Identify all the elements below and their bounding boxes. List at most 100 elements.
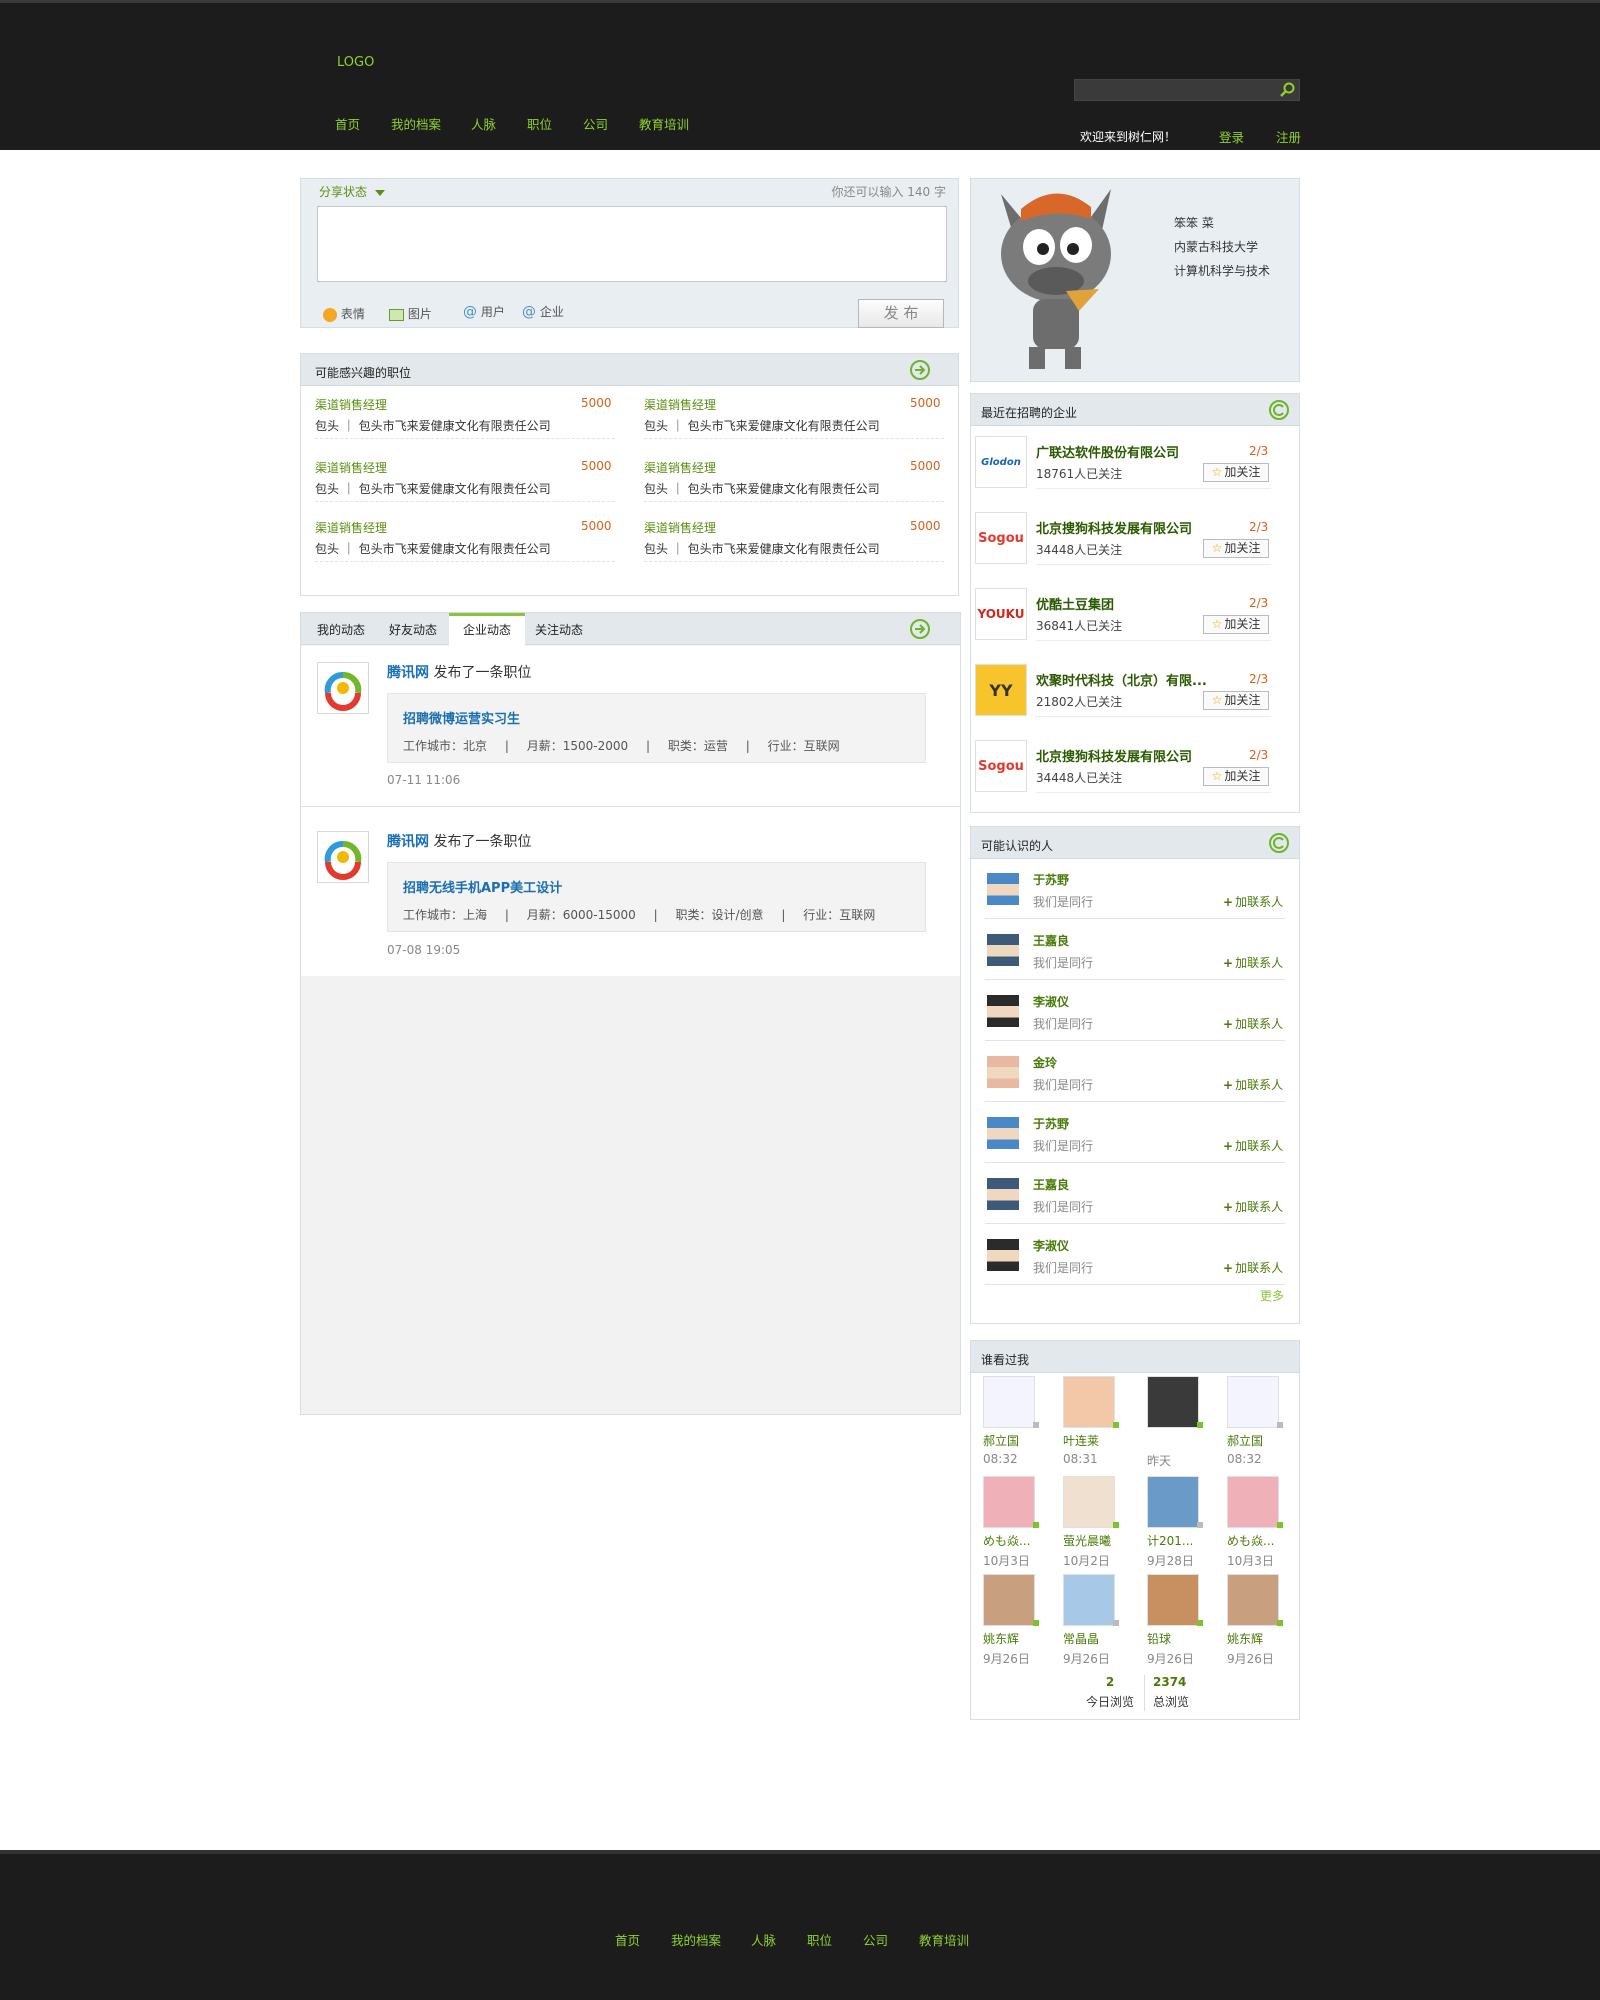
tab-company-activity[interactable]: 企业动态	[449, 613, 526, 646]
person-name-link[interactable]: 王嘉良	[1033, 1176, 1069, 1193]
search-icon[interactable]	[1277, 81, 1297, 99]
company-logo[interactable]: YY	[975, 664, 1027, 716]
footer-nav-companies[interactable]: 公司	[863, 1930, 888, 1949]
add-contact-button[interactable]: + 加联系人	[1223, 1076, 1283, 1093]
person-name-link[interactable]: 于苏野	[1033, 1115, 1069, 1132]
job-company[interactable]: 包头 ｜ 包头市飞来爱健康文化有限责任公司	[644, 480, 880, 497]
company-logo[interactable]: Sogou	[975, 740, 1027, 792]
follow-button[interactable]: ☆ 加关注	[1203, 615, 1269, 634]
visitor-avatar[interactable]	[1063, 1574, 1115, 1626]
company-name-link[interactable]: 广联达软件股份有限公司	[1036, 442, 1226, 461]
visitor-name-link[interactable]: めも焱...	[1227, 1532, 1274, 1549]
company-link[interactable]: 腾讯网	[387, 834, 429, 850]
emoji-tool[interactable]: 表情	[323, 305, 365, 322]
job-title-link[interactable]: 渠道销售经理	[644, 519, 716, 536]
visitor-name-link[interactable]: 萤光晨曦	[1063, 1532, 1111, 1549]
add-contact-button[interactable]: + 加联系人	[1223, 1015, 1283, 1032]
footer-nav-home[interactable]: 首页	[615, 1930, 640, 1949]
nav-network[interactable]: 人脉	[471, 114, 496, 133]
person-name-link[interactable]: 王嘉良	[1033, 932, 1069, 949]
site-logo[interactable]: LOGO	[337, 55, 374, 70]
job-company[interactable]: 包头 ｜ 包头市飞来爱健康文化有限责任公司	[315, 480, 551, 497]
footer-nav-jobs[interactable]: 职位	[807, 1930, 832, 1949]
avatar[interactable]	[987, 934, 1019, 966]
visitor-avatar[interactable]	[1147, 1376, 1199, 1428]
avatar[interactable]	[987, 1117, 1019, 1149]
visitor-avatar[interactable]	[983, 1376, 1035, 1428]
visitor-name-link[interactable]: 铅球	[1147, 1630, 1171, 1647]
tab-my-activity[interactable]: 我的动态	[303, 613, 379, 645]
tab-following-activity[interactable]: 关注动态	[521, 613, 597, 645]
visitor-name-link[interactable]: めも焱...	[983, 1532, 1030, 1549]
company-name-link[interactable]: 优酷土豆集团	[1036, 594, 1226, 613]
visitor-avatar[interactable]	[1147, 1574, 1199, 1626]
visitor-name-link[interactable]: 郝立国	[1227, 1432, 1263, 1449]
add-contact-button[interactable]: + 加联系人	[1223, 893, 1283, 910]
tab-friend-activity[interactable]: 好友动态	[375, 613, 451, 645]
job-company[interactable]: 包头 ｜ 包头市飞来爱健康文化有限责任公司	[315, 540, 551, 557]
add-contact-button[interactable]: + 加联系人	[1223, 954, 1283, 971]
person-name-link[interactable]: 李淑仪	[1033, 1237, 1069, 1254]
visitor-name-link[interactable]: 姚东辉	[983, 1630, 1019, 1647]
company-logo[interactable]: Glodon	[975, 436, 1027, 488]
visitor-avatar[interactable]	[1227, 1376, 1279, 1428]
job-link[interactable]: 招聘微博运营实习生	[403, 708, 520, 727]
job-company[interactable]: 包头 ｜ 包头市飞来爱健康文化有限责任公司	[644, 417, 880, 434]
company-name-link[interactable]: 北京搜狗科技发展有限公司	[1036, 518, 1226, 537]
visitor-name-link[interactable]: 姚东辉	[1227, 1630, 1263, 1647]
add-contact-button[interactable]: + 加联系人	[1223, 1198, 1283, 1215]
job-link[interactable]: 招聘无线手机APP美工设计	[403, 877, 562, 896]
company-link[interactable]: 腾讯网	[387, 665, 429, 681]
mention-user-tool[interactable]: @ 用户	[463, 303, 505, 320]
avatar[interactable]	[987, 1056, 1019, 1088]
arrow-right-icon[interactable]	[909, 618, 931, 640]
person-name-link[interactable]: 李淑仪	[1033, 993, 1069, 1010]
follow-button[interactable]: ☆ 加关注	[1203, 463, 1269, 482]
follow-button[interactable]: ☆ 加关注	[1203, 691, 1269, 710]
visitor-name-link[interactable]: 郝立国	[983, 1432, 1019, 1449]
visitor-name-link[interactable]: 常晶晶	[1063, 1630, 1099, 1647]
company-name-link[interactable]: 欢聚时代科技（北京）有限...	[1036, 670, 1226, 689]
add-contact-button[interactable]: + 加联系人	[1223, 1259, 1283, 1276]
visitor-avatar[interactable]	[983, 1476, 1035, 1528]
company-logo[interactable]: Sogou	[975, 512, 1027, 564]
mention-company-tool[interactable]: @ 企业	[522, 303, 564, 320]
follow-button[interactable]: ☆ 加关注	[1203, 767, 1269, 786]
company-logo[interactable]: YOUKU	[975, 588, 1027, 640]
avatar[interactable]	[981, 179, 1131, 379]
visitor-name-link[interactable]: 叶连莱	[1063, 1432, 1099, 1449]
nav-companies[interactable]: 公司	[583, 114, 608, 133]
footer-nav-training[interactable]: 教育培训	[919, 1930, 969, 1949]
nav-profile[interactable]: 我的档案	[391, 114, 441, 133]
register-link[interactable]: 注册	[1276, 127, 1301, 146]
image-tool[interactable]: 图片	[389, 305, 432, 322]
share-status-dropdown[interactable]: 分享状态	[319, 183, 385, 200]
job-title-link[interactable]: 渠道销售经理	[315, 519, 387, 536]
avatar[interactable]	[987, 1178, 1019, 1210]
login-link[interactable]: 登录	[1219, 127, 1244, 146]
follow-button[interactable]: ☆ 加关注	[1203, 539, 1269, 558]
visitor-avatar[interactable]	[1147, 1476, 1199, 1528]
add-contact-button[interactable]: + 加联系人	[1223, 1137, 1283, 1154]
avatar[interactable]	[987, 873, 1019, 905]
arrow-right-icon[interactable]	[909, 359, 931, 381]
nav-jobs[interactable]: 职位	[527, 114, 552, 133]
person-name-link[interactable]: 于苏野	[1033, 871, 1069, 888]
person-name-link[interactable]: 金玲	[1033, 1054, 1057, 1071]
search-input[interactable]	[1074, 79, 1300, 101]
visitor-name-link[interactable]: 计201...	[1147, 1532, 1193, 1549]
job-company[interactable]: 包头 ｜ 包头市飞来爱健康文化有限责任公司	[644, 540, 880, 557]
job-title-link[interactable]: 渠道销售经理	[644, 459, 716, 476]
publish-button[interactable]: 发 布	[858, 299, 944, 328]
footer-nav-profile[interactable]: 我的档案	[671, 1930, 721, 1949]
avatar[interactable]	[987, 995, 1019, 1027]
job-company[interactable]: 包头 ｜ 包头市飞来爱健康文化有限责任公司	[315, 417, 551, 434]
nav-home[interactable]: 首页	[335, 114, 360, 133]
job-title-link[interactable]: 渠道销售经理	[315, 396, 387, 413]
nav-training[interactable]: 教育培训	[639, 114, 689, 133]
profile-name[interactable]: 笨笨 菜	[1174, 214, 1214, 231]
job-title-link[interactable]: 渠道销售经理	[315, 459, 387, 476]
visitor-avatar[interactable]	[983, 1574, 1035, 1626]
job-title-link[interactable]: 渠道销售经理	[644, 396, 716, 413]
tencent-logo-icon[interactable]	[317, 831, 369, 883]
